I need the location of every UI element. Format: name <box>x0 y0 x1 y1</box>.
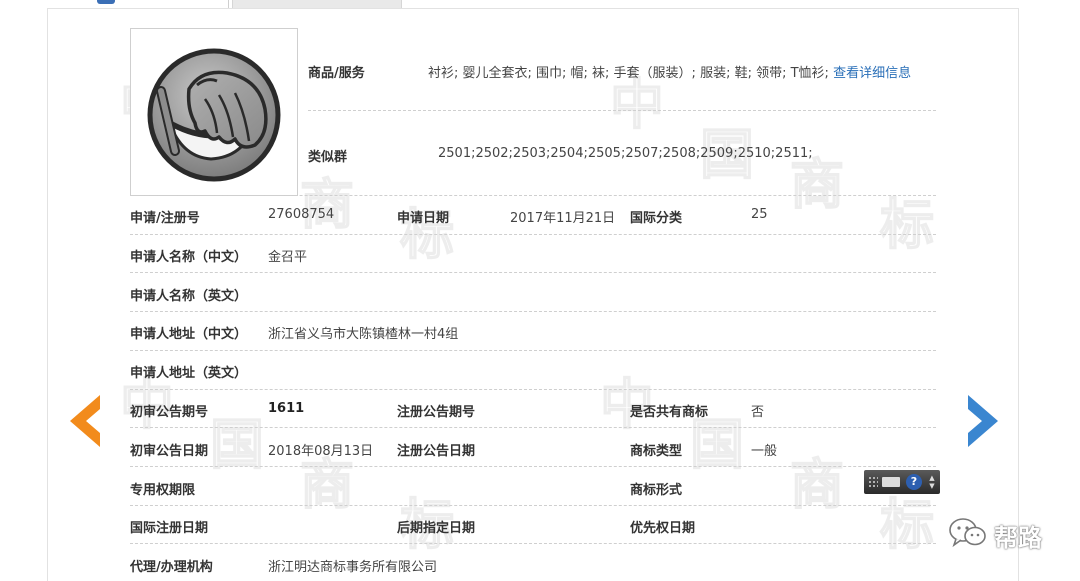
apply-date-value: 2017年11月21日 <box>510 211 616 226</box>
reg-date-label: 注册公告日期 <box>397 444 476 459</box>
tab-strip <box>50 0 402 9</box>
apply-date-label: 申请日期 <box>397 211 450 226</box>
wechat-icon <box>949 518 986 548</box>
applicant-cn-value: 金召平 <box>268 250 308 265</box>
tm-type-label: 商标类型 <box>630 444 683 459</box>
chevron-left-icon <box>70 395 100 447</box>
prev-button[interactable] <box>66 393 106 449</box>
address-cn-label: 申请人地址（中文） <box>130 327 248 342</box>
divider <box>130 427 936 428</box>
grip-icon[interactable] <box>868 476 878 488</box>
prelim-issue-label: 初审公告期号 <box>130 405 209 420</box>
reg-issue-label: 注册公告期号 <box>397 405 476 420</box>
applicant-cn-label: 申请人名称（中文） <box>130 250 248 265</box>
shared-value: 否 <box>751 405 765 420</box>
priority-date-label: 优先权日期 <box>630 521 696 536</box>
intl-class-label: 国际分类 <box>630 211 683 226</box>
watermark-char: 国 <box>209 412 265 477</box>
divider <box>130 234 936 235</box>
address-en-label: 申请人地址（英文） <box>130 366 248 381</box>
divider <box>130 543 936 544</box>
tab-indicator <box>97 0 115 4</box>
watermark-char: 商 <box>299 172 355 237</box>
later-designation-date-label: 后期指定日期 <box>397 521 476 536</box>
view-details-link[interactable]: 查看详细信息 <box>833 66 911 81</box>
shared-label: 是否共有商标 <box>630 405 709 420</box>
similar-group-label: 类似群 <box>308 150 348 165</box>
agent-value: 浙江明达商标事务所有限公司 <box>268 560 438 575</box>
tm-form-label: 商标形式 <box>630 483 683 498</box>
prelim-date-value: 2018年08月13日 <box>268 444 374 459</box>
chevron-right-icon <box>968 395 998 447</box>
updown-arrows-icon[interactable]: ▲ ▼ <box>928 474 936 490</box>
prelim-date-label: 初审公告日期 <box>130 444 209 459</box>
wechat-watermark: 帮路 <box>948 516 1068 552</box>
divider <box>130 195 936 196</box>
goods-services-text: 衬衫; 婴儿全套衣; 围巾; 帽; 袜; 手套（服装）; 服装; 鞋; 领带; … <box>428 66 829 81</box>
address-cn-value: 浙江省义乌市大陈镇楂林一村4组 <box>268 327 459 342</box>
similar-group-value: 2501;2502;2503;2504;2505;2507;2508;2509;… <box>438 146 813 161</box>
trademark-image <box>130 28 298 196</box>
keyboard-icon[interactable] <box>882 477 900 487</box>
ime-toolbar[interactable]: ? ▲ ▼ <box>864 470 940 494</box>
exclusive-period-label: 专用权期限 <box>130 483 196 498</box>
divider <box>130 389 936 390</box>
reg-no-label: 申请/注册号 <box>130 211 200 226</box>
watermark-char: 标 <box>399 202 455 267</box>
tm-type-value: 一般 <box>751 444 778 459</box>
goods-services-label: 商品/服务 <box>308 66 365 81</box>
prelim-issue-value: 1611 <box>268 401 305 416</box>
reg-no-value: 27608754 <box>268 207 335 222</box>
intl-reg-date-label: 国际注册日期 <box>130 521 209 536</box>
goods-services-value: 衬衫; 婴儿全套衣; 围巾; 帽; 袜; 手套（服装）; 服装; 鞋; 领带; … <box>428 62 911 81</box>
facepalm-emoji-icon <box>147 48 281 182</box>
help-icon[interactable]: ? <box>906 474 922 490</box>
tab-active[interactable] <box>50 0 229 8</box>
agent-label: 代理/办理机构 <box>130 560 213 575</box>
divider <box>130 466 936 467</box>
next-button[interactable] <box>962 393 1002 449</box>
intl-class-value: 25 <box>751 207 768 222</box>
divider <box>130 311 936 312</box>
divider <box>130 272 936 273</box>
applicant-en-label: 申请人名称（英文） <box>130 289 248 304</box>
watermark-char: 商 <box>789 452 845 517</box>
divider <box>130 505 936 506</box>
account-name: 帮路 <box>994 524 1042 552</box>
divider <box>308 110 936 111</box>
watermark-char: 标 <box>879 192 935 257</box>
divider <box>130 350 936 351</box>
